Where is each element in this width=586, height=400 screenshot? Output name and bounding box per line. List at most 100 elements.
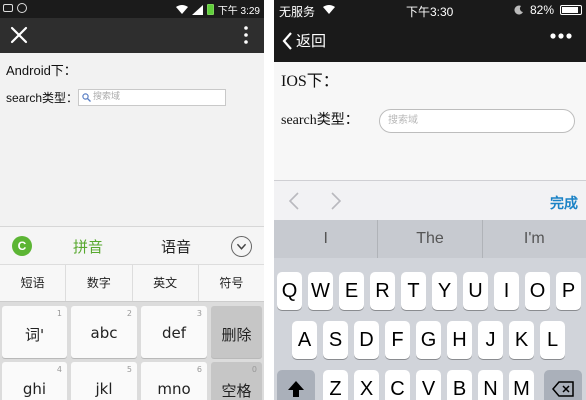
more-vertical-icon[interactable]: [244, 26, 248, 44]
key-u[interactable]: U: [463, 272, 488, 310]
ime-key[interactable]: 6 mno: [141, 362, 207, 400]
signal-icon: [191, 4, 203, 15]
chevron-left-icon[interactable]: [288, 192, 300, 210]
key-number: 4: [56, 365, 62, 374]
close-icon[interactable]: [10, 26, 28, 44]
key-c[interactable]: C: [385, 370, 410, 400]
key-number: 2: [126, 309, 132, 318]
chevron-left-icon: [282, 31, 292, 50]
search-placeholder: 搜索域: [388, 115, 418, 126]
page-title: Android下：: [6, 63, 77, 78]
key-label: 词': [24, 326, 45, 344]
key-number: 3: [196, 309, 202, 318]
android-toolbar: [0, 18, 264, 53]
key-k[interactable]: K: [509, 321, 534, 359]
ime-mode-english[interactable]: 英文: [133, 265, 199, 301]
key-t[interactable]: T: [401, 272, 426, 310]
ime-voice-tab[interactable]: 语音: [161, 236, 191, 257]
carrier-label: 无服务: [279, 5, 316, 19]
wifi-icon: [175, 5, 188, 14]
android-status-time: 下午 3:29: [217, 6, 260, 17]
suggestion-item[interactable]: I: [274, 220, 379, 258]
key-z[interactable]: Z: [323, 370, 348, 400]
key-label: 删除: [221, 326, 252, 344]
keyboard-accessory-bar: 完成: [274, 180, 586, 220]
android-screen: 下午 3:29 Android下： search类型： 搜索域 C 拼音 语音: [0, 0, 264, 400]
key-label: abc: [90, 324, 118, 342]
battery-icon: [206, 4, 214, 15]
key-p[interactable]: P: [556, 272, 581, 310]
android-page: Android下： search类型： 搜索域: [0, 53, 264, 226]
sync-icon: [17, 3, 27, 13]
ime-keypad: 1 词' 2 abc 3 def 删除 4 ghi 5 jkl 6 mno 0 …: [0, 302, 264, 400]
ios-nav-bar: 返回: [274, 20, 586, 62]
ime-mode-symbol[interactable]: 符号: [199, 265, 264, 301]
backspace-key[interactable]: [544, 370, 582, 400]
ime-key[interactable]: 4 ghi: [2, 362, 67, 400]
back-label: 返回: [296, 32, 327, 50]
ime-key[interactable]: 3 def: [141, 306, 207, 358]
ime-mode-number[interactable]: 数字: [66, 265, 133, 301]
ime-mode-row: 短语 数字 英文 符号: [0, 264, 264, 302]
key-d[interactable]: D: [354, 321, 379, 359]
search-icon: [82, 93, 91, 102]
wifi-icon: [323, 5, 335, 14]
done-button[interactable]: 完成: [550, 193, 578, 213]
chevron-right-icon[interactable]: [330, 192, 342, 210]
battery-icon: [560, 5, 582, 15]
shift-key[interactable]: [277, 370, 315, 400]
ios-page: IOS下： search类型： 搜索域: [274, 62, 586, 180]
key-l[interactable]: L: [540, 321, 565, 359]
key-y[interactable]: Y: [432, 272, 457, 310]
back-button[interactable]: 返回: [282, 30, 326, 51]
key-n[interactable]: N: [478, 370, 503, 400]
shift-icon: [288, 381, 304, 397]
ime-mode-phrase[interactable]: 短语: [0, 265, 67, 301]
wechat-icon: [3, 4, 13, 12]
ime-space-key[interactable]: 0 空格: [211, 362, 262, 400]
android-status-bar: 下午 3:29: [0, 0, 264, 18]
ime-logo[interactable]: C: [12, 236, 32, 256]
search-placeholder: 搜索域: [93, 92, 121, 102]
key-b[interactable]: B: [447, 370, 472, 400]
key-h[interactable]: H: [447, 321, 472, 359]
key-a[interactable]: A: [292, 321, 317, 359]
key-s[interactable]: S: [323, 321, 348, 359]
ios-keyboard: I The I'm Q W E R T Y U I O P A S D F G …: [274, 220, 586, 400]
ime-key[interactable]: 1 词': [2, 306, 67, 358]
search-input[interactable]: 搜索域: [379, 109, 575, 133]
key-i[interactable]: I: [494, 272, 519, 310]
ime-pinyin-tab[interactable]: 拼音: [73, 236, 103, 257]
page-title: IOS下：: [281, 73, 339, 90]
ios-status-bar: 无服务 下午3:30 82%: [274, 0, 586, 20]
backspace-icon: [552, 381, 574, 397]
ime-key[interactable]: 2 abc: [71, 306, 137, 358]
key-q[interactable]: Q: [277, 272, 302, 310]
ime-delete-key[interactable]: 删除: [211, 306, 262, 358]
suggestion-item[interactable]: The: [378, 220, 483, 258]
key-f[interactable]: F: [385, 321, 410, 359]
key-r[interactable]: R: [370, 272, 395, 310]
key-e[interactable]: E: [339, 272, 364, 310]
key-o[interactable]: O: [525, 272, 550, 310]
key-number: 1: [56, 309, 62, 318]
suggestion-bar: I The I'm: [274, 220, 586, 258]
key-number: 5: [126, 365, 132, 374]
suggestion-item[interactable]: I'm: [483, 220, 586, 258]
key-g[interactable]: G: [416, 321, 441, 359]
key-m[interactable]: M: [509, 370, 534, 400]
ime-key[interactable]: 5 jkl: [71, 362, 137, 400]
chevron-down-icon[interactable]: [231, 236, 252, 257]
key-label: mno: [157, 380, 191, 398]
key-label: 空格: [221, 382, 252, 400]
key-label: jkl: [95, 380, 113, 398]
search-input[interactable]: 搜索域: [78, 89, 226, 106]
more-horizontal-icon[interactable]: [550, 33, 572, 39]
search-label: search类型：: [6, 91, 79, 105]
key-w[interactable]: W: [308, 272, 333, 310]
key-label: ghi: [22, 380, 47, 398]
key-x[interactable]: X: [354, 370, 379, 400]
key-j[interactable]: J: [478, 321, 503, 359]
ios-screen: 无服务 下午3:30 82% 返回 IOS下： search类型： 搜索域 完成…: [274, 0, 586, 400]
key-v[interactable]: V: [416, 370, 441, 400]
